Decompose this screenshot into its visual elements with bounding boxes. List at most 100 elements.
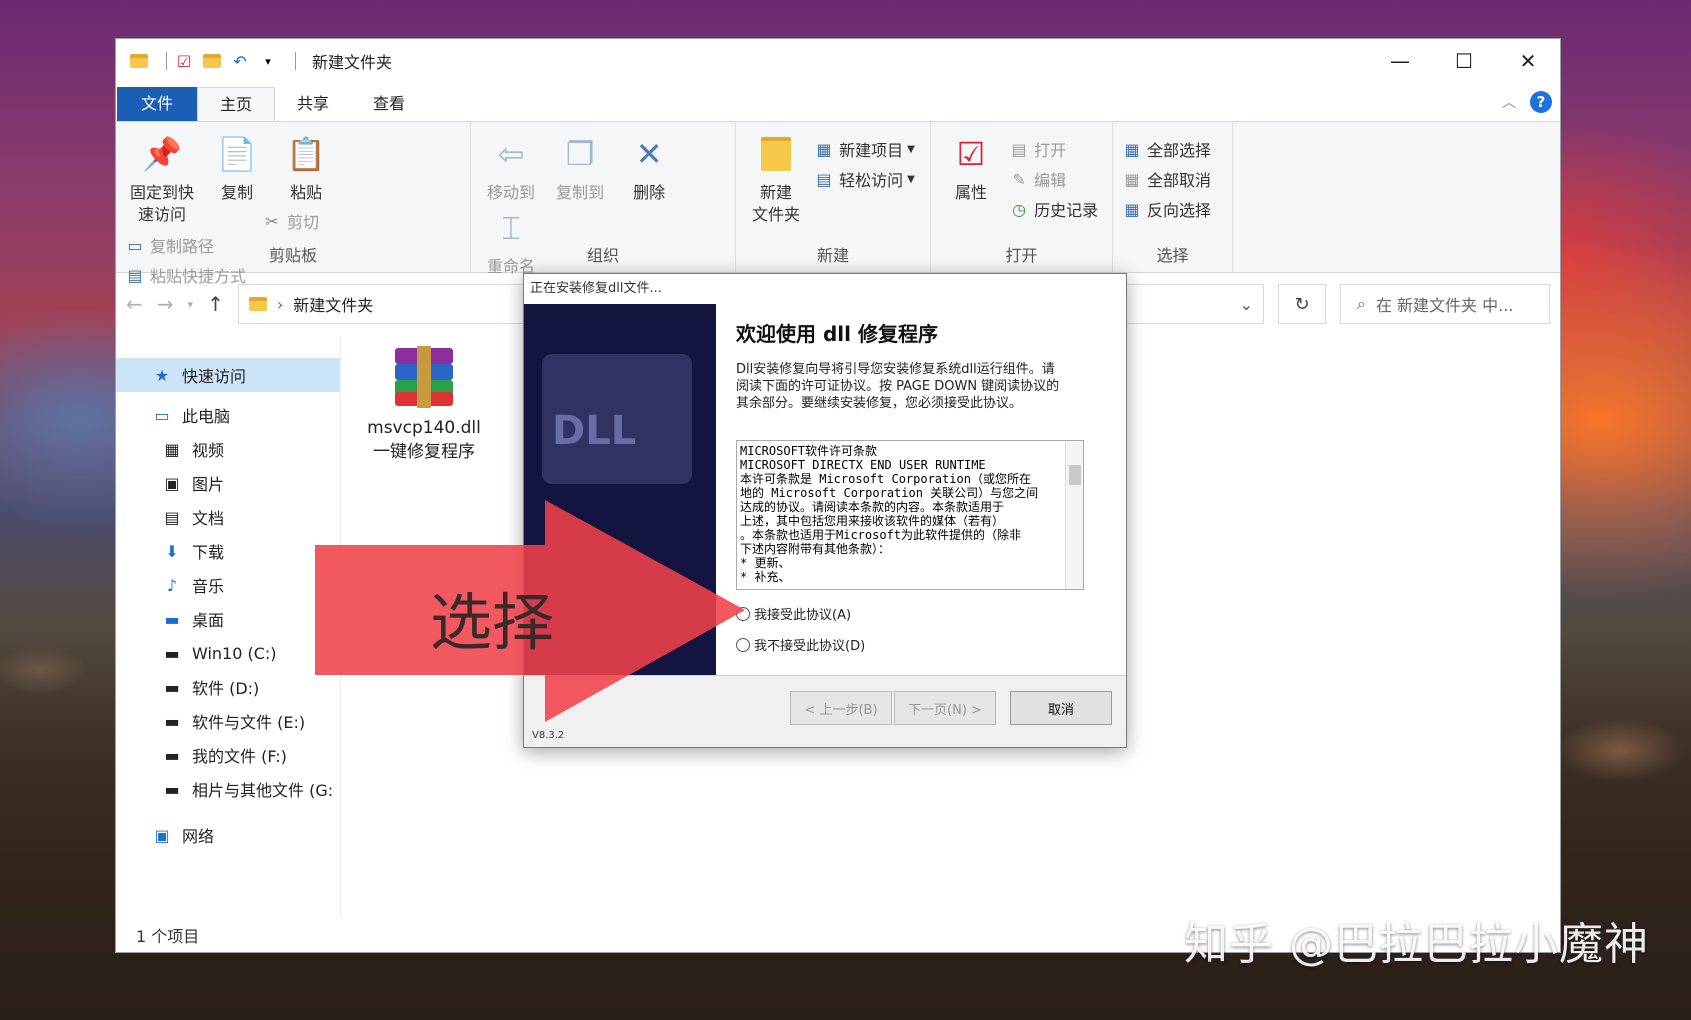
properties-button[interactable]: ☑ 属性 <box>939 130 1003 204</box>
refresh-button[interactable]: ↻ <box>1278 284 1326 324</box>
file-name: msvcp140.dll <box>367 418 481 438</box>
license-line: 上述，其中包括您用来接收该软件的媒体（若有） <box>740 514 1005 528</box>
tab-home[interactable]: 主页 <box>197 87 276 121</box>
new-folder-quick-icon[interactable] <box>203 51 221 71</box>
rename-button[interactable]: ⌶ 重命名 <box>479 204 543 278</box>
nav-label: 网络 <box>182 827 215 846</box>
organize-group: ⇦ 移动到 ❐ 复制到 ✕ 删除 ⌶ 重命名 组织 <box>471 122 736 276</box>
nav-item-drive-f[interactable]: ▬ 我的文件 (F:) <box>116 738 340 772</box>
computer-icon: ▭ <box>154 405 170 425</box>
copy-button[interactable]: 📄 复制 <box>205 130 269 204</box>
dialog-heading: 欢迎使用 dll 修复程序 <box>736 322 938 346</box>
nav-item-music[interactable]: ♪ 音乐 <box>116 568 340 602</box>
window-controls: — ☐ ✕ <box>1368 39 1560 83</box>
nav-label: 下载 <box>192 543 225 562</box>
collapse-ribbon-icon[interactable]: ︿ <box>1502 92 1516 112</box>
nav-item-drive-c[interactable]: ▬ Win10 (C:) <box>116 636 340 670</box>
video-icon: ▦ <box>164 439 180 459</box>
paste-shortcut-label: 粘贴快捷方式 <box>150 267 247 286</box>
nav-item-pictures[interactable]: ▣ 图片 <box>116 466 340 500</box>
pin-quick-access-button[interactable]: 📌 固定到快 速访问 <box>124 130 200 226</box>
back-button[interactable]: < 上一步(B) <box>790 691 892 725</box>
file-name-line2: 一键修复程序 <box>373 442 475 462</box>
cut-label: 剪切 <box>287 213 320 232</box>
organize-group-label: 组织 <box>586 246 619 265</box>
undo-icon[interactable]: ↶ <box>231 51 249 71</box>
nav-item-drive-g[interactable]: ▬ 相片与其他文件 (G: <box>116 772 340 806</box>
nav-item-quick-access[interactable]: ★ 快速访问 <box>116 358 340 392</box>
select-none-button[interactable]: ▦ 全部取消 <box>1121 164 1211 194</box>
nav-item-downloads[interactable]: ⬇ 下载 <box>116 534 340 568</box>
pin-label: 固定到快 速访问 <box>129 183 194 224</box>
tab-file[interactable]: 文件 <box>117 87 198 121</box>
back-arrow-icon[interactable]: ← <box>126 292 143 316</box>
license-textbox[interactable]: MICROSOFT软件许可条款 MICROSOFT DIRECTX END US… <box>736 440 1084 590</box>
move-to-button[interactable]: ⇦ 移动到 <box>479 130 543 204</box>
radio-button[interactable] <box>736 637 750 652</box>
chevron-down-icon[interactable]: ⌄ <box>1240 295 1253 314</box>
decline-radio[interactable]: 我不接受此协议(D) <box>736 635 1126 654</box>
accept-radio[interactable]: 我接受此协议(A) <box>736 604 1126 623</box>
dialog-body: DLL 欢迎使用 dll 修复程序 Dll安装修复向导将引导您安装修复系统dll… <box>524 304 1126 676</box>
select-all-button[interactable]: ▦ 全部选择 <box>1121 134 1211 164</box>
license-line: MICROSOFT DIRECTX END USER RUNTIME <box>740 458 986 472</box>
search-input[interactable]: ⌕ 在 新建文件夹 中... <box>1340 284 1550 324</box>
close-button[interactable]: ✕ <box>1496 39 1560 83</box>
help-icon[interactable]: ? <box>1530 91 1552 113</box>
license-line: * 补充、 <box>740 570 791 584</box>
nav-item-desktop[interactable]: ▬ 桌面 <box>116 602 340 636</box>
picture-icon: ▣ <box>164 473 180 493</box>
easy-access-label: 轻松访问 <box>839 171 904 190</box>
forward-arrow-icon[interactable]: → <box>157 292 174 316</box>
new-group-label: 新建 <box>816 246 849 265</box>
refresh-icon: ↻ <box>1294 293 1310 315</box>
select-group-label: 选择 <box>1156 246 1189 265</box>
cancel-button[interactable]: 取消 <box>1010 691 1112 725</box>
up-arrow-icon[interactable]: ↑ <box>207 292 224 316</box>
nav-item-drive-e[interactable]: ▬ 软件与文件 (E:) <box>116 704 340 738</box>
invert-selection-button[interactable]: ▦ 反向选择 <box>1121 194 1211 224</box>
maximize-button[interactable]: ☐ <box>1432 39 1496 83</box>
scroll-thumb[interactable] <box>1069 465 1081 485</box>
recent-dropdown-icon[interactable]: ▾ <box>188 298 194 311</box>
delete-button[interactable]: ✕ 删除 <box>617 130 681 204</box>
tab-share[interactable]: 共享 <box>275 87 351 121</box>
history-button[interactable]: ◷ 历史记录 <box>1008 194 1098 224</box>
open-group-label: 打开 <box>1005 246 1038 265</box>
paste-button[interactable]: 📋 粘贴 <box>274 130 338 204</box>
license-scrollbar[interactable] <box>1065 441 1083 589</box>
easy-access-button[interactable]: ▤ 轻松访问 ▼ <box>813 164 915 194</box>
select-all-label: 全部选择 <box>1147 141 1212 160</box>
dll-banner-text: DLL <box>552 408 637 454</box>
move-to-icon: ⇦ <box>497 135 525 173</box>
open-button[interactable]: ▤ 打开 <box>1008 134 1098 164</box>
nav-item-documents[interactable]: ▤ 文档 <box>116 500 340 534</box>
radio-button[interactable] <box>736 606 750 621</box>
nav-item-drive-d[interactable]: ▬ 软件 (D:) <box>116 670 340 704</box>
new-item-button[interactable]: ▦ 新建项目 ▼ <box>813 134 915 164</box>
new-folder-button[interactable]: 新建 文件夹 <box>744 130 808 226</box>
nav-item-this-pc[interactable]: ▭ 此电脑 <box>116 398 340 432</box>
folder-icon <box>248 297 267 311</box>
ribbon: 📌 固定到快 速访问 📄 复制 📋 粘贴 ▭复制路径 ▤粘贴快捷方式 ✂剪 <box>116 121 1560 286</box>
ribbon-tabs: 文件 主页 共享 查看 ︿ ? <box>116 83 1560 121</box>
copy-to-button[interactable]: ❐ 复制到 <box>548 130 612 204</box>
file-item[interactable]: msvcp140.dll 一键修复程序 <box>359 346 489 464</box>
tab-view[interactable]: 查看 <box>351 87 427 121</box>
dialog-title: 正在安装修复dll文件... <box>524 274 1126 304</box>
minimize-button[interactable]: — <box>1368 39 1432 83</box>
breadcrumb[interactable]: 新建文件夹 <box>293 292 373 316</box>
version-label: V8.3.2 <box>532 730 565 741</box>
next-button[interactable]: 下一页(N) > <box>894 691 996 725</box>
nav-item-network[interactable]: ▣ 网络 <box>116 818 340 852</box>
license-line: 地的 Microsoft Corporation 关联公司）与您之间 <box>740 486 1039 500</box>
properties-check-icon[interactable]: ☑ <box>175 51 193 71</box>
nav-label: 快速访问 <box>182 367 247 386</box>
edit-button[interactable]: ✎ 编辑 <box>1008 164 1098 194</box>
open-group: ☑ 属性 ▤ 打开 ✎ 编辑 ◷ 历史记录 打开 <box>931 122 1113 272</box>
nav-item-videos[interactable]: ▦ 视频 <box>116 432 340 466</box>
quick-access-dropdown-icon[interactable]: ▾ <box>259 51 277 71</box>
history-label: 历史记录 <box>1034 201 1099 220</box>
properties-label: 属性 <box>954 183 987 202</box>
cut-button[interactable]: ✂ 剪切 <box>261 206 319 236</box>
